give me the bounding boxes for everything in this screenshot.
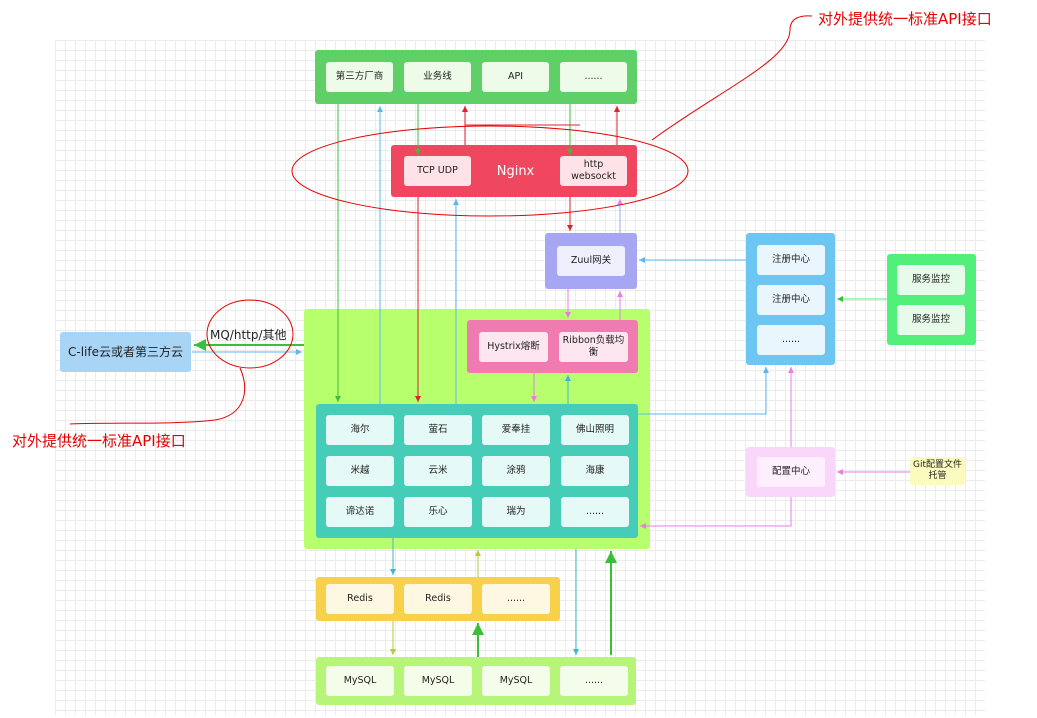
callout-top [651,15,813,141]
conn-vendors-to-registry [638,367,769,415]
nginx-highlight-ellipse [291,125,689,217]
connectors-layer [69,15,910,657]
conn-nginx-top-line [464,124,580,145]
callout-left [69,367,246,425]
conn-config-to-vendors [640,497,792,529]
diagram-canvas: 第三方厂商 业务线 API ...... TCP UDP Nginx http … [0,0,1037,718]
protocol-highlight-ellipse [206,299,294,369]
